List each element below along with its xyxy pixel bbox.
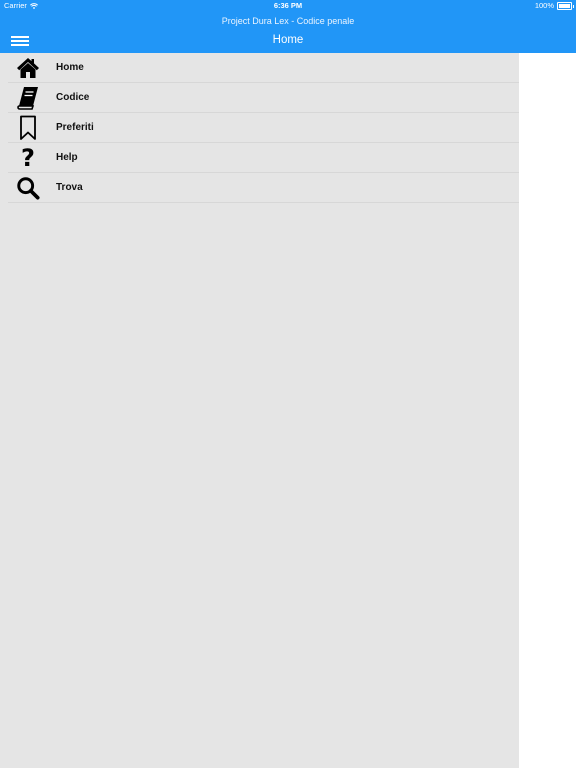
menu-item-preferiti[interactable]: Preferiti	[8, 113, 519, 143]
app-title: Project Dura Lex - Codice penale	[221, 16, 355, 26]
home-icon	[16, 56, 40, 80]
menu-item-trova[interactable]: Trova	[8, 173, 519, 203]
menu-item-label: Codice	[56, 92, 90, 103]
menu-item-label: Help	[56, 152, 78, 163]
question-icon: ?	[21, 144, 35, 172]
battery-indicator: 100%	[534, 0, 574, 12]
app-header: Carrier 6:36 PM 100% Project Dura Lex - …	[0, 0, 576, 53]
menu-item-label: Home	[56, 62, 84, 73]
search-icon	[16, 176, 40, 200]
page-title: Home	[272, 34, 304, 46]
status-time: 6:36 PM	[273, 1, 303, 10]
book-icon	[16, 86, 40, 110]
navigation-drawer: Home Codice Preferiti ? Help Trova	[0, 53, 519, 768]
bookmark-icon	[16, 115, 40, 140]
menu-item-help[interactable]: ? Help	[8, 143, 519, 173]
menu-item-codice[interactable]: Codice	[8, 83, 519, 113]
menu-item-home[interactable]: Home	[8, 53, 519, 83]
menu-list: Home Codice Preferiti ? Help Trova	[0, 53, 519, 203]
menu-item-label: Preferiti	[56, 122, 94, 133]
battery-icon	[557, 2, 574, 10]
menu-item-label: Trova	[56, 182, 83, 193]
status-bar: Carrier 6:36 PM 100%	[0, 0, 576, 12]
battery-percent: 100%	[534, 1, 554, 10]
